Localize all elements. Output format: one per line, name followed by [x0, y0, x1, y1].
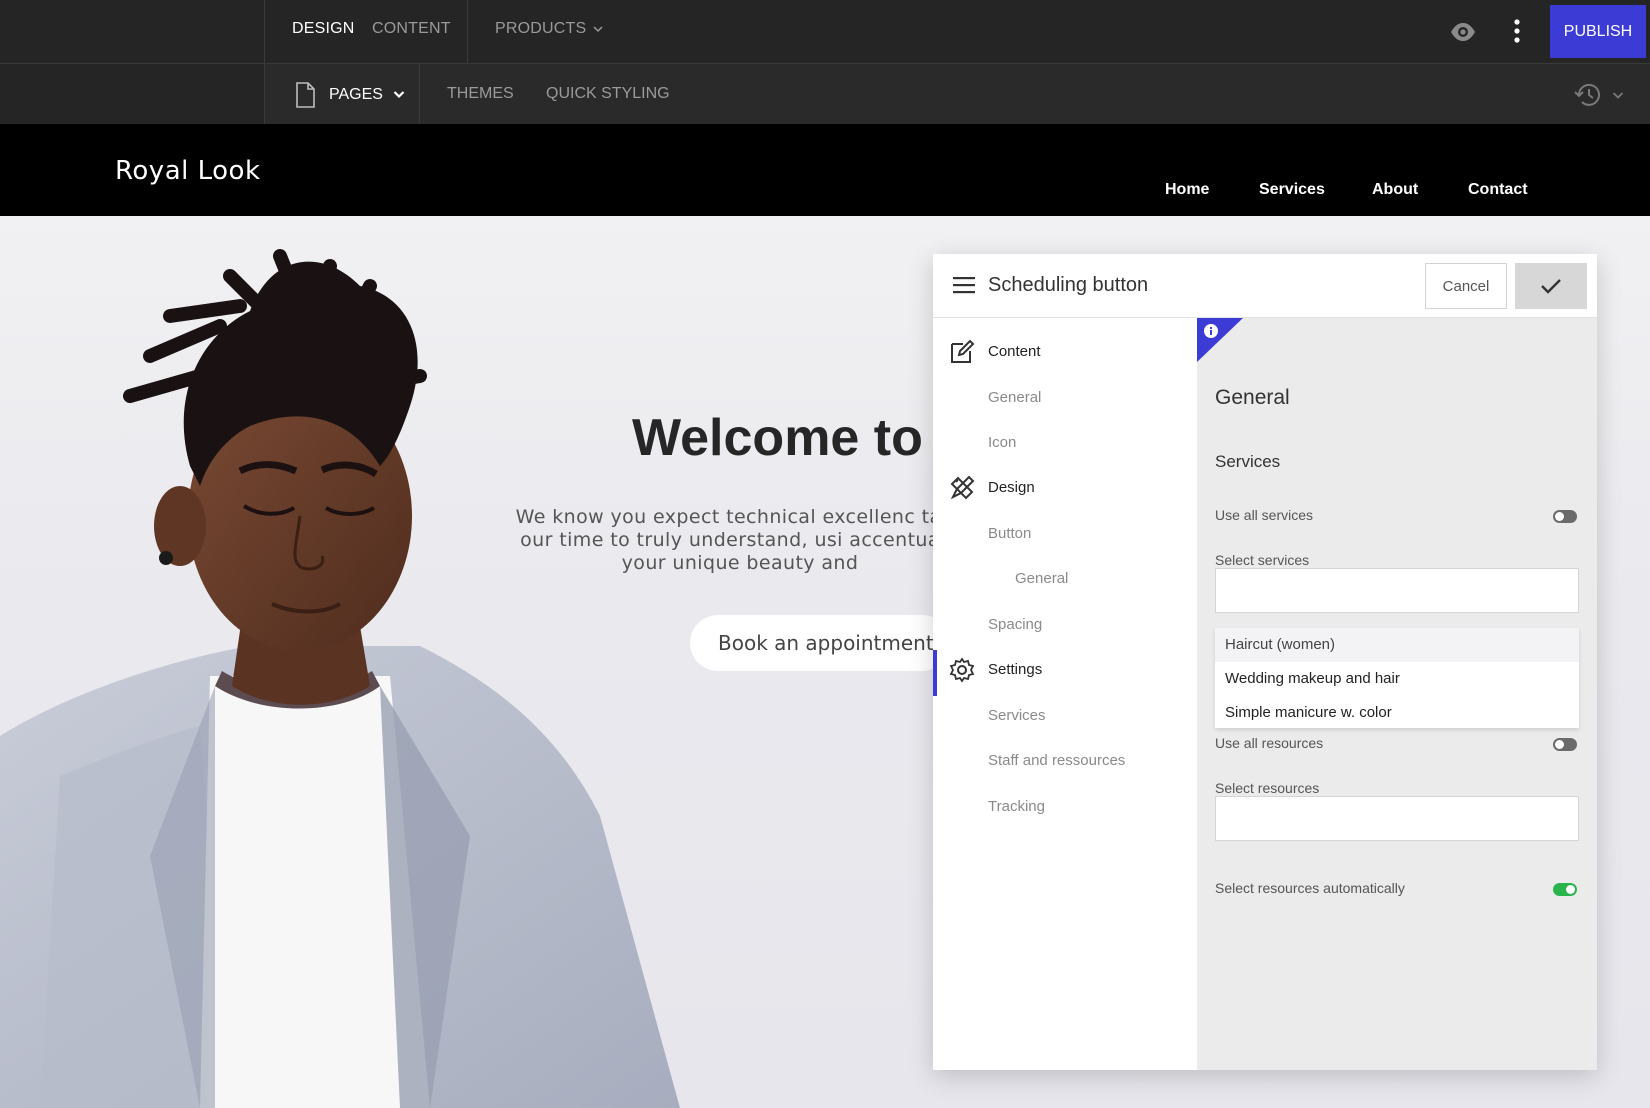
cancel-button[interactable]: Cancel	[1425, 263, 1507, 309]
hero-title: Welcome to R	[632, 409, 975, 467]
pages-label: PAGES	[329, 85, 383, 103]
panel-header: Scheduling button Cancel	[933, 254, 1597, 318]
chevron-down-icon	[593, 26, 603, 32]
nav-item-spacing[interactable]: Spacing	[933, 605, 1197, 645]
panel-sidebar: Content General Icon Design Button Gener…	[933, 318, 1197, 1070]
edit-icon	[951, 339, 975, 363]
history-icon	[1574, 83, 1600, 106]
gear-icon	[949, 657, 975, 683]
checkmark-icon	[1541, 279, 1561, 294]
use-all-resources-label: Use all resources	[1215, 735, 1324, 751]
more-options-icon[interactable]	[1505, 16, 1529, 46]
book-appointment-button[interactable]: Book an appointment	[690, 615, 950, 671]
nav-label-services: Services	[988, 707, 1046, 724]
sub-bar-corner	[0, 64, 264, 125]
dropdown-option[interactable]: Haircut (women)	[1215, 628, 1579, 662]
hamburger-menu-icon[interactable]	[953, 276, 975, 294]
nav-item-services[interactable]: Services	[933, 696, 1197, 736]
dropdown-option[interactable]: Wedding makeup and hair	[1215, 662, 1579, 696]
nav-label-design: Design	[988, 479, 1035, 496]
hero-text: We know you expect technical excellenc t…	[515, 506, 965, 574]
select-resources-input[interactable]	[1215, 796, 1579, 841]
nav-item-staff[interactable]: Staff and ressources	[933, 741, 1197, 781]
nav-label-tracking: Tracking	[988, 798, 1045, 815]
tab-products-label: PRODUCTS	[495, 20, 587, 37]
panel-title: Scheduling button	[988, 274, 1149, 296]
use-all-services-label: Use all services	[1215, 507, 1314, 523]
info-icon[interactable]	[1197, 318, 1243, 362]
section-heading: General	[1215, 386, 1290, 409]
nav-label-content: Content	[988, 343, 1041, 360]
nav-label-icon: Icon	[988, 434, 1017, 451]
hero-photo	[0, 249, 680, 1108]
site-logo[interactable]: Royal Look	[115, 156, 261, 186]
scheduling-button-panel: Scheduling button Cancel Content General…	[933, 254, 1597, 1070]
nav-label-button: Button	[988, 525, 1032, 542]
editor-top-bar: DESIGN CONTENT PRODUCTS PUBLISH	[0, 0, 1650, 124]
tab-products[interactable]: PRODUCTS	[495, 20, 603, 38]
auto-resources-label: Select resources automatically	[1215, 880, 1405, 896]
nav-label-spacing: Spacing	[988, 616, 1043, 633]
nav-section-content[interactable]: Content	[933, 332, 1197, 372]
nav-section-design[interactable]: Design	[933, 468, 1197, 508]
tab-content[interactable]: CONTENT	[372, 20, 451, 38]
tab-quick-styling[interactable]: QUICK STYLING	[546, 85, 670, 103]
select-resources-label: Select resources	[1215, 780, 1320, 796]
use-all-resources-toggle[interactable]	[1553, 738, 1577, 751]
nav-about[interactable]: About	[1372, 181, 1418, 199]
chevron-down-icon	[1612, 91, 1624, 99]
publish-button[interactable]: PUBLISH	[1550, 5, 1646, 58]
pages-dropdown[interactable]: PAGES	[264, 64, 420, 125]
nav-label-button-general: General	[1015, 570, 1069, 587]
nav-section-settings[interactable]: Settings	[933, 650, 1197, 696]
use-all-services-toggle[interactable]	[1553, 510, 1577, 523]
nav-label-settings: Settings	[988, 661, 1043, 678]
nav-label-staff: Staff and ressources	[988, 752, 1126, 769]
nav-item-tracking[interactable]: Tracking	[933, 787, 1197, 827]
services-subheading: Services	[1215, 452, 1281, 471]
nav-item-button[interactable]: Button	[933, 514, 1197, 554]
dropdown-option[interactable]: Simple manicure w. color	[1215, 696, 1579, 730]
nav-item-button-general[interactable]: General	[933, 559, 1197, 599]
nav-item-general[interactable]: General	[933, 378, 1197, 418]
preview-eye-icon[interactable]	[1449, 18, 1477, 46]
select-services-input[interactable]	[1215, 568, 1579, 613]
page-icon	[296, 81, 315, 108]
tab-design[interactable]: DESIGN	[292, 20, 355, 38]
nav-item-icon[interactable]: Icon	[933, 423, 1197, 463]
site-header: Royal Look Home Services About Contact	[0, 124, 1650, 216]
nav-services[interactable]: Services	[1259, 181, 1325, 199]
auto-resources-toggle[interactable]	[1553, 883, 1577, 896]
services-dropdown: Haircut (women) Wedding makeup and hair …	[1215, 628, 1579, 728]
editor-sub-bar: PAGES THEMES QUICK STYLING	[0, 63, 1650, 125]
nav-label-general: General	[988, 389, 1042, 406]
nav-home[interactable]: Home	[1165, 181, 1209, 199]
design-tools-icon	[950, 475, 975, 500]
history-dropdown[interactable]	[1572, 80, 1628, 110]
confirm-button[interactable]	[1515, 263, 1587, 309]
chevron-down-icon	[393, 91, 405, 99]
tab-themes[interactable]: THEMES	[447, 85, 514, 103]
nav-contact[interactable]: Contact	[1468, 181, 1528, 199]
select-services-label: Select services	[1215, 552, 1310, 568]
panel-content: General Services Use all services Select…	[1197, 318, 1597, 1070]
